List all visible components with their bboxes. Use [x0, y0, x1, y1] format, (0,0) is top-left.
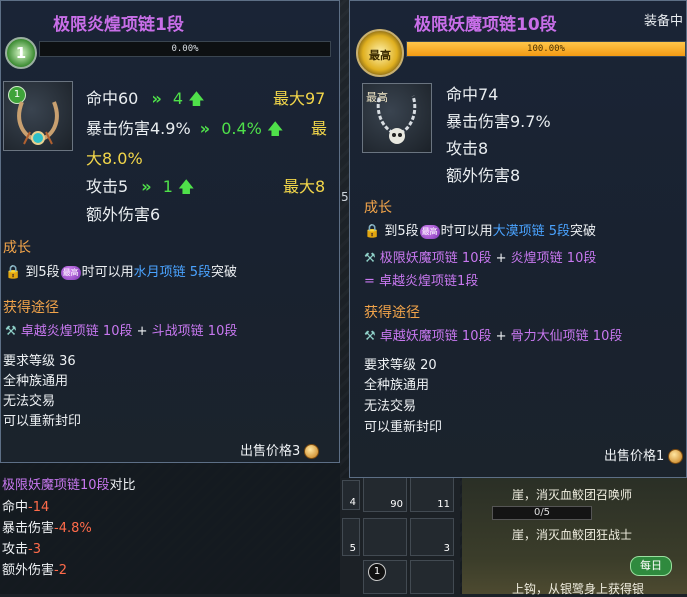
inventory-slot[interactable]: 4 — [342, 480, 360, 510]
equipped-label: 装备中 — [644, 14, 684, 29]
sell-price: 出售价格1 — [604, 445, 684, 464]
quest-objective[interactable]: 崖，消灭血鲛团召唤师 — [512, 486, 632, 503]
growth-combo-line: ⚒ 极限妖魔项链 10段 + 炎煌项链 10段 — [364, 251, 597, 266]
result-item-link[interactable]: 卓越炎煌项链1段 — [379, 274, 478, 289]
growth-progress-bar: 0.00% — [39, 41, 331, 57]
item-title: 极限炎煌项链1段 — [53, 15, 184, 35]
upgrade-arrow-icon: » — [141, 177, 152, 196]
sell-price: 出售价格3 — [240, 440, 320, 459]
growth-result-line: = 卓越炎煌项链1段 — [364, 274, 479, 289]
quest-objective[interactable]: 上钩，从银鹭身上获得银 — [512, 580, 644, 597]
stat-crit-damage: 暴击伤害9.7% — [446, 112, 551, 131]
stat-hit: 命中60 » 4 🡅 — [86, 89, 205, 108]
source-heading: 获得途径 — [364, 305, 420, 321]
stat-attack: 攻击8 — [446, 139, 489, 158]
skull-necklace-icon: 最高 — [362, 83, 432, 153]
reseal-info: 可以重新封印 — [3, 414, 82, 429]
lock-icon: 🔒 — [364, 224, 381, 239]
trade-info: 无法交易 — [364, 399, 417, 414]
craft-icon: ⚒ — [364, 251, 376, 266]
source-heading: 获得途径 — [3, 300, 59, 316]
inventory-slot[interactable]: 3 — [410, 518, 454, 556]
source-line: ⚒ 卓越炎煌项链 10段 + 斗战项链 10段 — [5, 324, 238, 339]
stat-attack: 攻击5 » 1 🡅 — [86, 177, 195, 196]
stat-extra-damage: 额外伤害8 — [446, 166, 521, 185]
progress-percent: 0.00% — [171, 44, 199, 54]
growth-heading: 成长 — [364, 200, 392, 216]
lock-icon: 🔒 — [5, 265, 22, 280]
source-item-link[interactable]: 卓越炎煌项链 10段 — [21, 324, 133, 339]
combo-item-link[interactable]: 炎煌项链 10段 — [511, 251, 597, 266]
growth-progress-bar: 100.00% — [406, 41, 686, 57]
inventory-slot[interactable]: 1 — [363, 560, 407, 594]
coin-icon — [668, 449, 684, 464]
craft-icon: ⚒ — [364, 329, 376, 344]
necklace-icon: 1 — [3, 81, 73, 151]
quest-objective[interactable]: 崖，消灭血鲛团狂战士 — [512, 526, 632, 543]
up-arrow-icon: 🡅 — [266, 119, 284, 138]
comparison-section: 极限妖魔项链10段对比 命中-14 暴击伤害-4.8% 攻击-3 额外伤害-2 — [0, 463, 340, 594]
required-level: 要求等级 36 — [3, 354, 76, 369]
source-item-link[interactable]: 斗战项链 10段 — [152, 324, 238, 339]
required-level: 要求等级 20 — [364, 358, 437, 373]
source-item-link[interactable]: 卓越妖魔项链 10段 — [380, 329, 492, 344]
source-item-link[interactable]: 骨力大仙项链 10段 — [511, 329, 623, 344]
stat-hit-max: 最大97 — [273, 89, 326, 108]
race-info: 全种族通用 — [364, 378, 430, 393]
compare-row: 命中-14 — [2, 500, 50, 515]
stat-crit-damage: 暴击伤害4.9% » 0.4% 🡅 — [86, 119, 284, 138]
stat-crit-max: 最 — [311, 119, 328, 138]
growth-line: 🔒 到5段 最高 时可以用水月项链 5段突破 — [5, 265, 238, 280]
reseal-info: 可以重新封印 — [364, 420, 443, 435]
compare-row: 暴击伤害-4.8% — [2, 521, 92, 536]
breakthrough-link[interactable]: 大漠项链 5段 — [493, 224, 570, 239]
compare-row: 攻击-3 — [2, 542, 41, 557]
inventory-slot[interactable]: 90 — [363, 476, 407, 512]
peek-number: 5 — [341, 190, 349, 204]
growth-line: 🔒 到5段 最高 时可以用大漠项链 5段突破 — [364, 224, 597, 239]
inventory-slot[interactable] — [363, 518, 407, 556]
trade-info: 无法交易 — [3, 394, 56, 409]
inventory-slot[interactable] — [410, 560, 454, 594]
inventory-slot[interactable]: 5 — [342, 518, 360, 556]
grade-badge: 最高 — [60, 265, 81, 280]
item-title: 极限妖魔项链10段 — [414, 15, 557, 35]
tooltip-compared-item: 1 极限炎煌项链1段 0.00% 1 命中60 » 4 🡅 最大97 暴击伤害4… — [0, 0, 340, 463]
compare-row: 额外伤害-2 — [2, 563, 67, 578]
tooltip-equipped-item: 极限妖魔项链10段 装备中 100.00% 最高 最高 命中74 暴击伤害9.7… — [349, 0, 687, 478]
source-line: ⚒ 卓越妖魔项链 10段 + 骨力大仙项链 10段 — [364, 329, 623, 344]
stat-attack-max: 最大8 — [283, 177, 326, 196]
combo-item-link[interactable]: 极限妖魔项链 10段 — [380, 251, 492, 266]
slot-count-badge: 1 — [368, 563, 386, 581]
stat-crit-max-cont: 大8.0% — [86, 149, 143, 168]
upgrade-arrow-icon: » — [199, 119, 211, 138]
stat-extra-damage: 额外伤害6 — [86, 205, 161, 224]
breakthrough-link[interactable]: 水月项链 5段 — [134, 265, 211, 280]
quest-progress-bar: 0/5 — [492, 506, 592, 520]
inventory-slot[interactable]: 11 — [410, 476, 454, 512]
daily-badge[interactable]: 每日 — [630, 556, 672, 576]
craft-icon: ⚒ — [5, 324, 17, 339]
stat-hit: 命中74 — [446, 85, 499, 104]
grade-badge: 最高 — [419, 224, 440, 239]
coin-icon — [304, 444, 320, 459]
progress-percent: 100.00% — [527, 44, 565, 54]
comparison-title: 极限妖魔项链10段对比 — [2, 478, 136, 493]
race-info: 全种族通用 — [3, 374, 69, 389]
growth-heading: 成长 — [3, 240, 31, 256]
level-badge: 1 — [5, 37, 37, 69]
upgrade-arrow-icon: » — [151, 89, 162, 108]
max-level-badge: 最高 — [356, 29, 404, 77]
up-arrow-icon: 🡅 — [178, 177, 195, 196]
up-arrow-icon: 🡅 — [188, 89, 205, 108]
